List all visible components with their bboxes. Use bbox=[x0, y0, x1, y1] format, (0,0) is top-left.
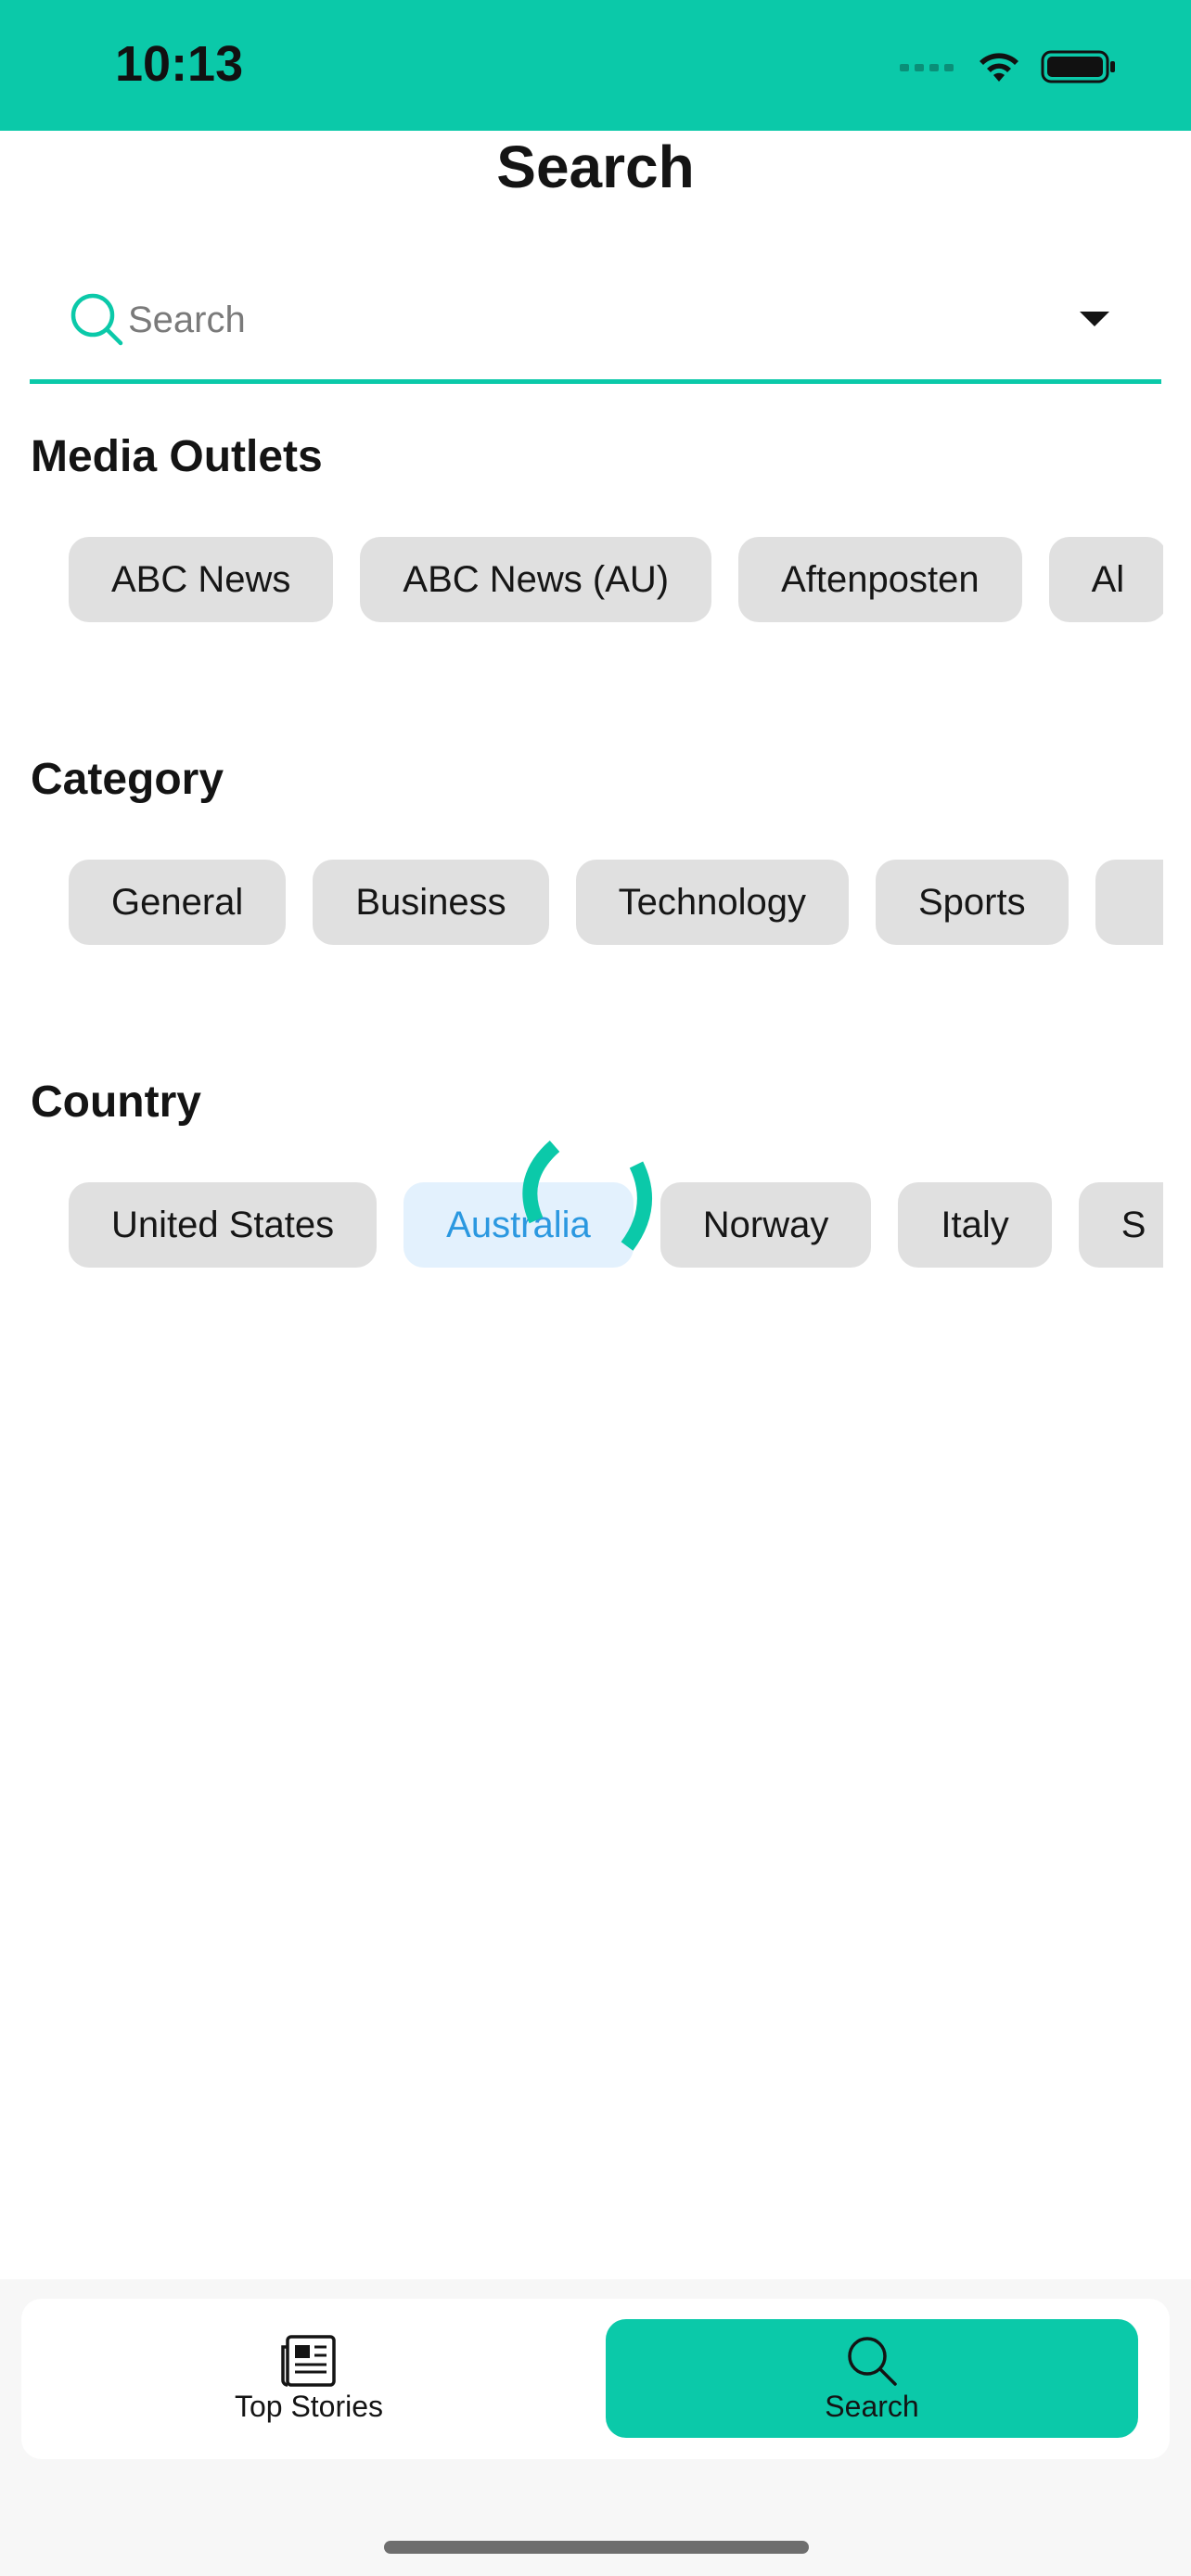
chip-abc-news-au[interactable]: ABC News (AU) bbox=[360, 537, 712, 622]
chip-general[interactable]: General bbox=[69, 860, 287, 945]
search-bar[interactable] bbox=[30, 269, 1161, 384]
search-input[interactable] bbox=[126, 289, 1057, 351]
status-time: 10:13 bbox=[115, 36, 244, 92]
category-chips: General Business Technology Sports bbox=[0, 860, 1163, 952]
wifi-icon bbox=[980, 53, 1018, 82]
tab-search[interactable]: Search bbox=[606, 2319, 1138, 2438]
page-title: Search bbox=[496, 134, 695, 200]
newspaper-icon bbox=[281, 2334, 336, 2387]
status-bar: 10:13 bbox=[0, 0, 1191, 131]
status-icons bbox=[900, 46, 1117, 87]
dropdown-arrow-icon[interactable] bbox=[1078, 308, 1111, 330]
country-heading: Country bbox=[31, 1078, 201, 1127]
chip-sports[interactable]: Sports bbox=[876, 860, 1069, 945]
loading-spinner-icon bbox=[522, 1140, 652, 1251]
search-icon bbox=[70, 293, 123, 346]
tab-bar: Top Stories Search bbox=[21, 2299, 1170, 2459]
chip-partial[interactable] bbox=[1095, 860, 1163, 945]
chip-partial-s[interactable]: S bbox=[1078, 1182, 1163, 1268]
chip-norway[interactable]: Norway bbox=[660, 1182, 872, 1268]
tab-search-label: Search bbox=[825, 2389, 919, 2423]
media-outlets-chips: ABC News ABC News (AU) Aftenposten Al bbox=[0, 537, 1163, 630]
media-outlets-heading: Media Outlets bbox=[31, 432, 323, 481]
chip-united-states[interactable]: United States bbox=[69, 1182, 378, 1268]
tab-top-stories[interactable]: Top Stories bbox=[58, 2319, 559, 2438]
chip-abc-news[interactable]: ABC News bbox=[69, 537, 334, 622]
signal-icon bbox=[900, 64, 954, 71]
chip-al[interactable]: Al bbox=[1048, 537, 1163, 622]
chip-technology[interactable]: Technology bbox=[575, 860, 849, 945]
category-heading: Category bbox=[31, 755, 224, 804]
chip-italy[interactable]: Italy bbox=[898, 1182, 1052, 1268]
home-indicator bbox=[384, 2541, 809, 2554]
battery-icon bbox=[1041, 50, 1115, 83]
chip-aftenposten[interactable]: Aftenposten bbox=[738, 537, 1022, 622]
tab-top-stories-label: Top Stories bbox=[234, 2389, 384, 2423]
search-icon bbox=[848, 2336, 897, 2386]
chip-business[interactable]: Business bbox=[313, 860, 549, 945]
